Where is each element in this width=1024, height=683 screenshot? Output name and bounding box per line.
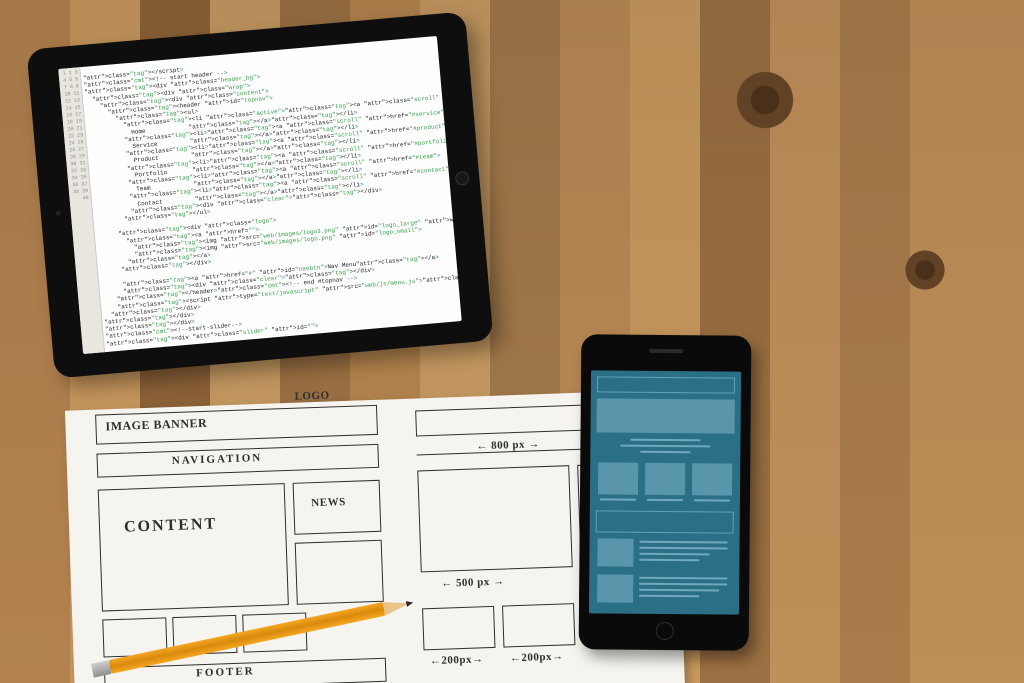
wf-r-thumb [422,606,495,650]
mock-text [694,499,730,501]
mock-card [645,463,685,495]
tablet-home-button [455,171,470,186]
mock-text [639,559,699,562]
phone-screen [589,370,741,614]
mock-text [620,445,710,448]
editor-code: "attr">class="tag"></script> "attr">clas… [83,44,458,347]
mock-card [692,463,732,495]
mock-header [597,376,735,393]
mock-text [630,439,700,442]
wf-logo-label: LOGO [294,389,329,402]
mock-text [647,499,683,501]
mock-row [596,510,734,533]
mock-text [639,595,699,598]
mock-text [600,498,636,500]
wf-sidebar-box [295,540,384,605]
pencil-lead [406,600,414,607]
mock-hero [597,398,735,433]
tablet-device: 1 2 3 4 5 6 7 8 9 10 11 12 13 14 15 16 1… [26,11,493,378]
wf-dim-200b: ←200px→ [510,650,564,664]
mock-text [640,451,690,453]
desk-scene: LOGO IMAGE BANNER NAVIGATION CONTENT NEW… [0,0,1024,683]
mock-card [598,462,638,494]
mock-text [640,547,728,550]
wf-r-main [417,465,572,572]
mock-text [639,583,727,586]
wf-r-thumb [502,603,575,647]
mock-thumb [597,574,633,602]
mock-text [639,589,719,592]
tablet-screen: 1 2 3 4 5 6 7 8 9 10 11 12 13 14 15 16 1… [58,36,461,354]
wood-knot [730,70,800,130]
phone-home-button [656,622,674,640]
mock-thumb [597,538,633,566]
phone-device [579,334,752,650]
wf-dim-200a: ←200px→ [430,653,484,667]
mock-text [639,577,727,580]
mock-text [640,541,728,544]
wood-knot [900,250,950,290]
wf-news-label: NEWS [311,496,346,509]
wf-content [98,483,289,611]
mock-text [639,553,709,556]
wf-content-label: CONTENT [124,515,218,536]
wf-footer-label: FOOTER [196,665,255,679]
tablet-camera [56,210,61,215]
phone-speaker [649,349,683,353]
